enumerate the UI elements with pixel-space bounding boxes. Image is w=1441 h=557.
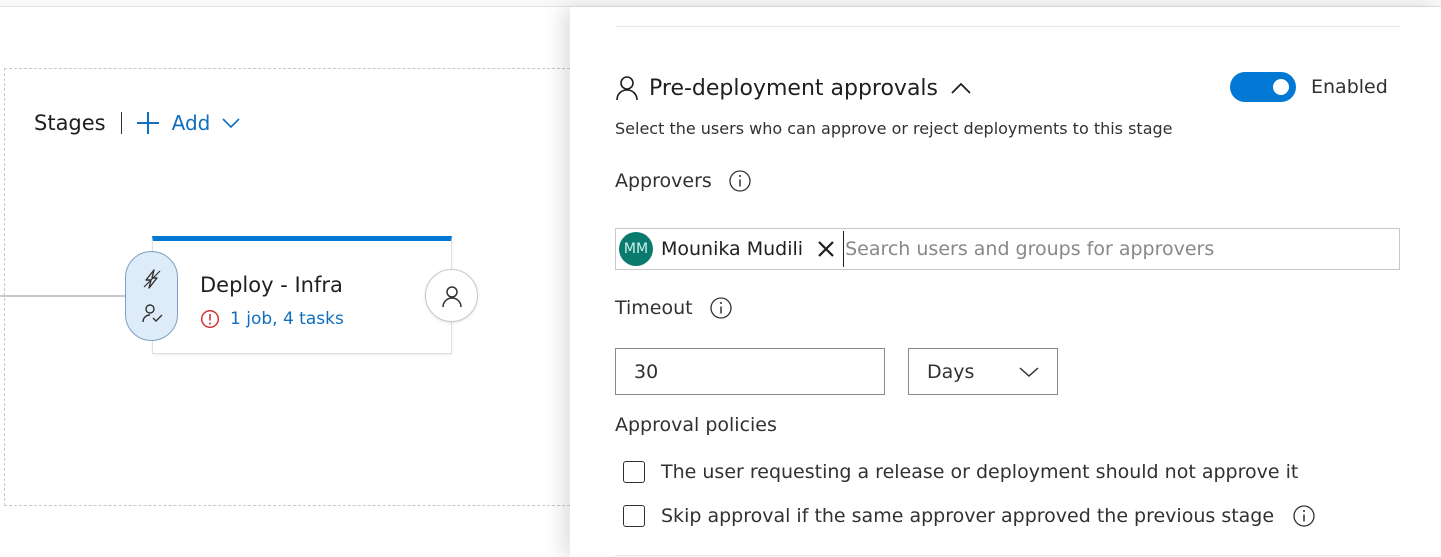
stages-title: Stages — [34, 111, 106, 135]
stage-tasks-label: 1 job, 4 tasks — [230, 309, 344, 329]
approvals-enabled-toggle[interactable] — [1230, 72, 1296, 102]
stage-name: Deploy - Infra — [200, 273, 343, 297]
approver-name: Mounika Mudili — [661, 238, 804, 260]
approvals-description: Select the users who can approve or reje… — [615, 119, 1173, 138]
timeout-unit-dropdown[interactable]: Days — [908, 348, 1058, 395]
chevron-up-icon[interactable] — [950, 81, 972, 95]
timeout-value-input[interactable] — [615, 348, 885, 395]
toggle-knob — [1273, 79, 1289, 95]
approver-check-icon — [141, 304, 162, 323]
pre-deployment-conditions-button[interactable] — [125, 251, 178, 341]
avatar: MM — [619, 232, 653, 266]
stages-header: Stages Add — [34, 108, 252, 138]
approvals-toggle-group: Enabled — [1230, 72, 1388, 102]
policy-checkbox-no-self-approval[interactable] — [623, 461, 645, 483]
policy-item: The user requesting a release or deploym… — [623, 461, 1298, 483]
approval-policies-label-row: Approval policies — [615, 414, 777, 436]
approver-chip: MM Mounika Mudili — [619, 232, 843, 266]
chevron-down-icon — [1019, 366, 1039, 377]
stages-separator — [120, 112, 122, 134]
policy-label: Skip approval if the same approver appro… — [661, 505, 1275, 527]
toggle-label: Enabled — [1311, 76, 1388, 98]
chevron-down-icon — [222, 118, 240, 129]
add-stage-button[interactable]: Add — [136, 111, 253, 135]
timeout-label: Timeout — [615, 297, 693, 319]
close-icon — [818, 241, 834, 257]
error-icon — [200, 309, 220, 329]
timeout-unit-value: Days — [927, 360, 975, 383]
timeout-label-row: Timeout — [615, 296, 733, 320]
info-icon[interactable] — [728, 169, 752, 193]
approval-policies-label: Approval policies — [615, 414, 777, 436]
approver-search-input[interactable] — [843, 231, 1366, 267]
remove-approver-button[interactable] — [817, 240, 835, 258]
artifact-connector-line — [0, 295, 128, 297]
plus-icon — [136, 112, 159, 134]
stage-card-deploy-infra[interactable]: Deploy - Infra 1 job, 4 tasks — [152, 236, 452, 354]
policy-checkbox-skip-approval[interactable] — [623, 505, 645, 527]
user-icon — [441, 285, 462, 307]
approvers-label: Approvers — [615, 170, 712, 192]
info-icon[interactable] — [1292, 504, 1316, 528]
stage-tasks-link[interactable]: 1 job, 4 tasks — [200, 309, 344, 329]
panel-bottom-divider — [615, 555, 1400, 556]
policy-item: Skip approval if the same approver appro… — [623, 504, 1316, 528]
panel-top-divider — [615, 26, 1400, 27]
approvers-picker[interactable]: MM Mounika Mudili — [615, 228, 1400, 270]
lightning-icon — [143, 269, 160, 289]
add-stage-label: Add — [171, 111, 211, 135]
pre-deployment-conditions-panel: Pre-deployment approvals Enabled Select … — [570, 7, 1441, 557]
info-icon[interactable] — [709, 296, 733, 320]
approvals-section-header[interactable]: Pre-deployment approvals — [615, 75, 972, 101]
user-icon — [616, 76, 638, 101]
policy-label: The user requesting a release or deploym… — [661, 461, 1299, 483]
approvals-section-title: Pre-deployment approvals — [649, 75, 939, 101]
post-deployment-conditions-button[interactable] — [425, 269, 478, 322]
approvers-label-row: Approvers — [615, 169, 752, 193]
